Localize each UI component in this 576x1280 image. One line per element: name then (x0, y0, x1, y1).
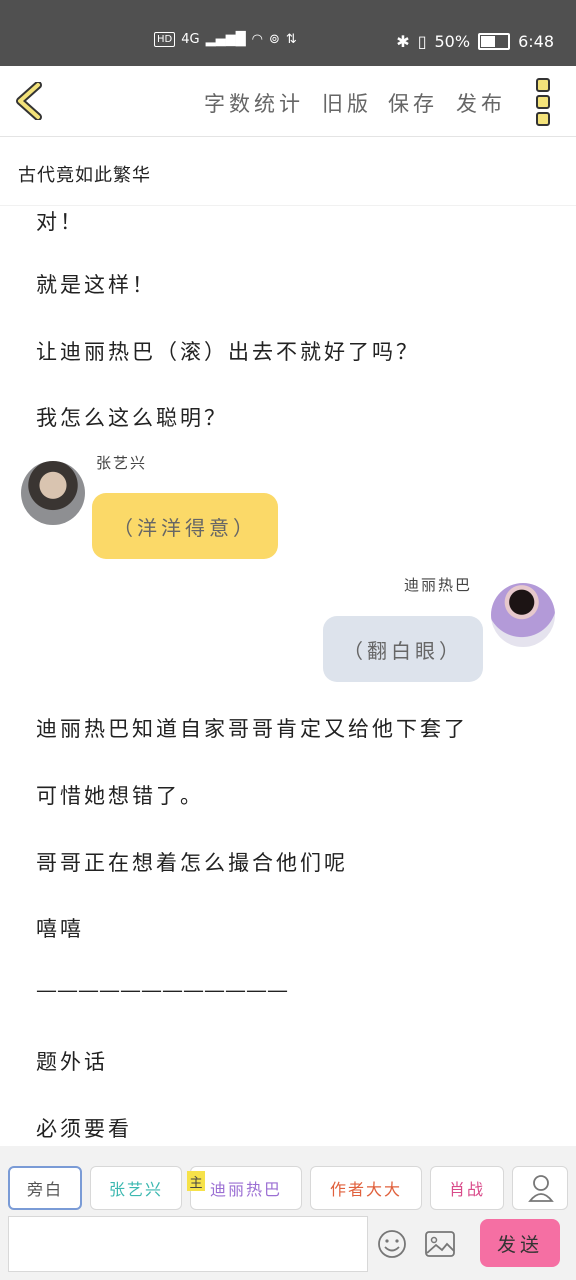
battery-fill (481, 36, 496, 47)
composer-bar: 旁白 张艺兴 迪丽热巴 作者大大 肖战 发送 (0, 1146, 576, 1280)
word-count-button[interactable]: 字数统计 (204, 88, 304, 118)
data-transfer-icon: ⇅ (285, 32, 297, 47)
image-icon[interactable] (424, 1230, 456, 1258)
status-left: HD 4G ▂▄▆█ ◠ ⊚ ⇅ (154, 32, 297, 47)
avatar-zhang-yixing[interactable] (21, 461, 85, 525)
battery-percent: 50% (434, 32, 471, 51)
role-tab-zhang-yixing[interactable]: 张艺兴 (90, 1166, 182, 1210)
editor-toolbar: 字数统计 旧版 保存 发布 (0, 66, 576, 137)
emoji-icon[interactable] (376, 1228, 408, 1260)
old-version-button[interactable]: 旧版 (322, 88, 372, 118)
save-button[interactable]: 保存 (388, 88, 438, 118)
paragraph: 让迪丽热巴（滚）出去不就好了吗？ (36, 340, 420, 364)
paragraph: 必须要看 (36, 1117, 132, 1141)
role-tab-author[interactable]: 作者大大 (310, 1166, 422, 1210)
paragraph: 题外话 (36, 1050, 108, 1074)
role-tab-dilireba[interactable]: 迪丽热巴 (190, 1166, 302, 1210)
bluetooth-icon: ✱ (396, 32, 410, 51)
sync-icon: ⊚ (268, 32, 280, 47)
avatar-dilireba[interactable] (491, 583, 555, 647)
message-bubble[interactable]: （翻白眼） (323, 616, 483, 682)
message-bubble[interactable]: （洋洋得意） (92, 493, 278, 559)
story-title[interactable]: 古代竟如此繁华 (18, 161, 151, 187)
paragraph: 对！ (36, 210, 84, 234)
status-right: ✱ ▯ 50% 6:48 (396, 32, 554, 51)
paragraph: 我怎么这么聪明？ (36, 406, 228, 430)
role-tab-xiao-zhan[interactable]: 肖战 (430, 1166, 504, 1210)
wifi-icon: ◠ (251, 32, 263, 47)
hd-badge: HD (154, 32, 176, 47)
paragraph: 就是这样！ (36, 273, 156, 297)
role-tab-narrator[interactable]: 旁白 (8, 1166, 82, 1210)
network-type: 4G (181, 32, 200, 47)
paragraph: 嘻嘻 (36, 917, 84, 941)
main-role-badge: 主 (187, 1171, 205, 1191)
divider-line: ———————————— (36, 978, 288, 1002)
signal-icon: ▂▄▆█ (205, 32, 246, 47)
speaker-name: 张艺兴 (96, 454, 148, 472)
status-bar: HD 4G ▂▄▆█ ◠ ⊚ ⇅ ✱ ▯ 50% 6:48 (0, 0, 576, 66)
paragraph: 哥哥正在想着怎么撮合他们呢 (36, 851, 348, 875)
story-title-bar: 古代竟如此繁华 (0, 137, 576, 206)
speaker-name: 迪丽热巴 (404, 576, 473, 594)
battery-icon (478, 33, 511, 50)
vibrate-icon: ▯ (417, 32, 427, 51)
send-button[interactable]: 发送 (480, 1219, 560, 1267)
message-input[interactable] (8, 1216, 368, 1272)
paragraph: 迪丽热巴知道自家哥哥肯定又给他下套了 (36, 717, 468, 741)
story-content[interactable]: 对！ 就是这样！ 让迪丽热巴（滚）出去不就好了吗？ 我怎么这么聪明？ 张艺兴 （… (0, 206, 576, 1146)
back-chevron-icon[interactable] (14, 82, 46, 120)
clock: 6:48 (518, 32, 554, 51)
more-icon[interactable] (536, 78, 552, 126)
add-role-user-icon[interactable] (512, 1166, 568, 1210)
paragraph: 可惜她想错了。 (36, 784, 204, 808)
publish-button[interactable]: 发布 (456, 88, 506, 118)
